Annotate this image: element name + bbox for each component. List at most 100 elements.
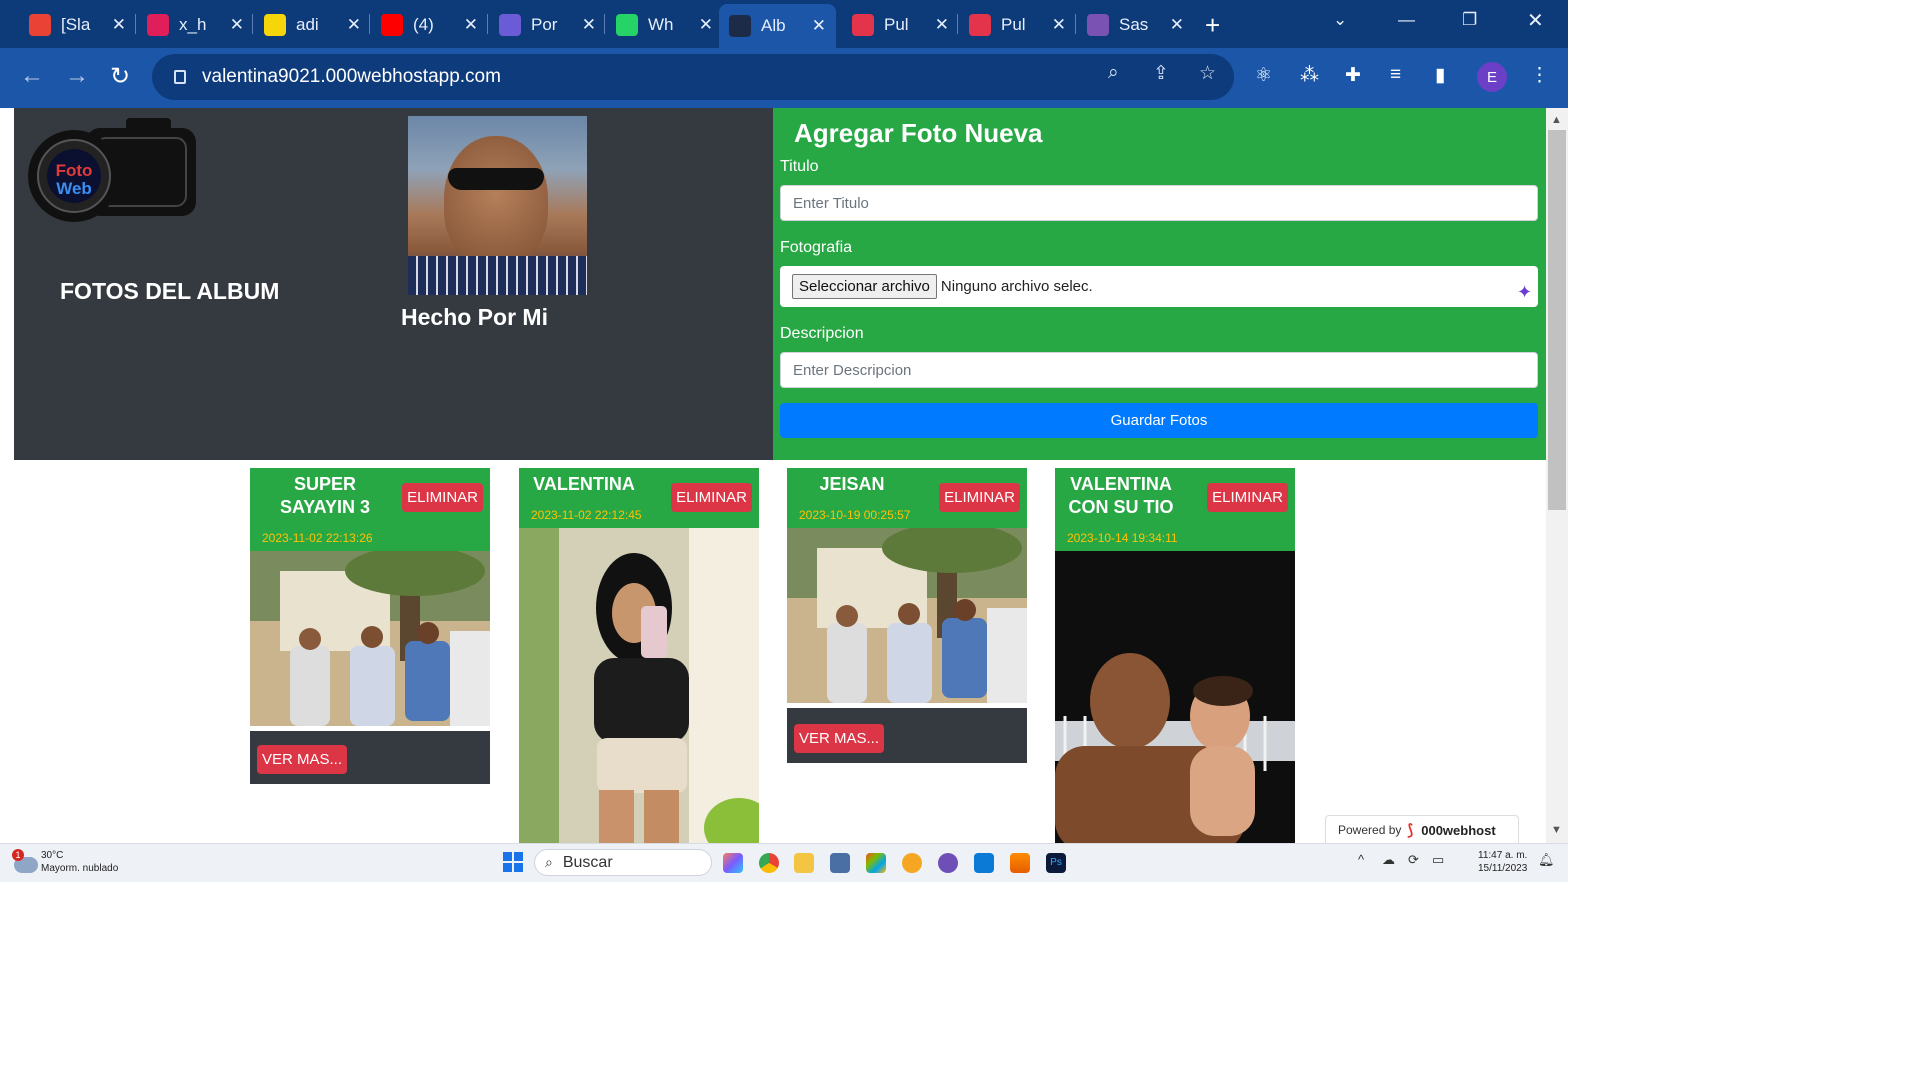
tab-separator (252, 14, 253, 34)
react-devtools-icon[interactable]: ⚛ (1255, 64, 1272, 87)
mask-icon (852, 14, 874, 36)
reload-icon[interactable]: ↻ (110, 62, 130, 91)
scroll-thumb[interactable] (1548, 130, 1566, 510)
browser-tab[interactable]: [Sla ✕ (19, 8, 136, 42)
store-icon[interactable] (830, 853, 850, 873)
tor-browser-icon[interactable] (938, 853, 958, 873)
tab-search-icon[interactable]: ⌄ (1333, 10, 1347, 30)
see-more-button[interactable]: VER MAS... (794, 724, 885, 753)
card-date: 2023-11-02 22:13:26 (262, 531, 373, 545)
browser-tab[interactable]: Por ✕ (489, 8, 606, 42)
photo-card: VALENTINA CON SU TIO ELIMINAR 2023-10-14 … (1055, 468, 1295, 843)
system-clock[interactable]: 11:47 a. m. 15/11/2023 (1478, 849, 1527, 875)
app-grid-icon (264, 14, 286, 36)
profile-avatar[interactable]: E (1477, 62, 1507, 92)
close-tab-icon[interactable]: ✕ (347, 15, 361, 35)
file-status: Ninguno archivo selec. (940, 278, 1093, 295)
card-photo (1055, 551, 1295, 843)
close-window-icon[interactable]: ✕ (1527, 8, 1544, 33)
restore-icon[interactable]: ❐ (1462, 10, 1477, 30)
mask-icon (969, 14, 991, 36)
side-panel-icon[interactable]: ▮ (1435, 64, 1445, 87)
browser-tab[interactable]: Alb ✕ (719, 4, 836, 48)
sparkle-icon[interactable]: ✦ (1517, 282, 1532, 303)
album-title: FOTOS DEL ALBUM (60, 278, 280, 304)
see-more-button[interactable]: VER MAS... (257, 745, 348, 774)
vlc-icon[interactable] (1010, 853, 1030, 873)
forward-icon[interactable]: → (65, 62, 89, 90)
powered-by-badge[interactable]: Powered by ⟆ 000webhost (1325, 815, 1519, 843)
weather-widget[interactable]: 1 30°C Mayorm. nublado (12, 849, 118, 875)
photoshop-icon[interactable]: Ps (1046, 853, 1066, 873)
browser-tab[interactable]: adi ✕ (254, 8, 371, 42)
vscode-icon[interactable] (974, 853, 994, 873)
title-input[interactable]: Enter Titulo (780, 185, 1538, 221)
logo-text-web: Web (56, 179, 92, 198)
close-tab-icon[interactable]: ✕ (1052, 15, 1066, 35)
chrome-icon[interactable] (759, 853, 779, 873)
close-tab-icon[interactable]: ✕ (812, 16, 826, 36)
extensions-puzzle-icon[interactable]: ✚ (1345, 64, 1361, 87)
file-input[interactable]: Seleccionar archivo Ninguno archivo sele… (780, 266, 1538, 307)
delete-button[interactable]: ELIMINAR (402, 483, 483, 512)
copilot-icon[interactable] (723, 853, 743, 873)
tab-title: Wh (648, 15, 674, 34)
photo-card: SUPER SAYAYIN 3 ELIMINAR 2023-11-02 22:13… (250, 468, 490, 784)
browser-tab[interactable]: Wh ✕ (606, 8, 723, 42)
card-title: VALENTINA CON SU TIO (1068, 474, 1174, 517)
choose-file-button[interactable]: Seleccionar archivo (792, 274, 937, 299)
browser-tab[interactable]: x_h ✕ (137, 8, 254, 42)
url-text[interactable]: valentina9021.000webhostapp.com (202, 66, 501, 88)
browser-tab[interactable]: (4) ✕ (371, 8, 488, 42)
close-tab-icon[interactable]: ✕ (1170, 15, 1184, 35)
000webhost-logo-icon: ⟆ (1407, 822, 1414, 839)
close-tab-icon[interactable]: ✕ (582, 15, 596, 35)
app-circle-icon[interactable] (902, 853, 922, 873)
tab-title: x_h (179, 15, 207, 34)
card-photo (250, 546, 490, 726)
bootstrap-icon (1087, 14, 1109, 36)
back-icon[interactable]: ← (20, 62, 44, 90)
menu-kebab-icon[interactable]: ⋮ (1530, 64, 1549, 87)
card-date: 2023-10-14 19:34:11 (1067, 531, 1178, 545)
media-queue-icon[interactable]: ≡ (1390, 64, 1401, 86)
tab-separator (957, 14, 958, 34)
browser-tab[interactable]: Pul ✕ (842, 8, 959, 42)
tray-chevron-icon[interactable]: ^ (1358, 852, 1364, 867)
lock-icon (174, 70, 186, 84)
apps-icon[interactable] (866, 853, 886, 873)
description-label: Descripcion (780, 325, 864, 342)
bookmark-star-icon[interactable]: ☆ (1199, 62, 1216, 85)
close-tab-icon[interactable]: ✕ (699, 15, 713, 35)
share-icon[interactable]: ⇪ (1153, 62, 1169, 85)
file-explorer-icon[interactable] (794, 853, 814, 873)
description-input[interactable]: Enter Descripcion (780, 352, 1538, 388)
tab-separator (369, 14, 370, 34)
shield-icon (499, 14, 521, 36)
scroll-up-icon[interactable]: ▲ (1551, 114, 1562, 126)
zoom-icon[interactable]: ⌕ (1108, 62, 1119, 84)
sync-icon[interactable]: ⟳ (1408, 852, 1419, 868)
notifications-icon[interactable]: 🔔︎ (1538, 852, 1555, 868)
close-tab-icon[interactable]: ✕ (230, 15, 244, 35)
windows-start-icon[interactable] (503, 852, 523, 872)
delete-button[interactable]: ELIMINAR (1207, 483, 1288, 512)
save-photos-button[interactable]: Guardar Fotos (780, 403, 1538, 438)
close-tab-icon[interactable]: ✕ (935, 15, 949, 35)
extension-nodes-icon[interactable]: ⁂ (1300, 64, 1319, 87)
address-bar[interactable]: valentina9021.000webhostapp.com (152, 54, 1234, 100)
taskbar-search[interactable]: ⌕ Buscar (534, 849, 712, 876)
network-volume-icon[interactable]: ▭ (1432, 852, 1444, 868)
author-photo (408, 116, 587, 295)
scroll-down-icon[interactable]: ▼ (1551, 824, 1562, 836)
onedrive-icon[interactable]: ☁ (1382, 852, 1395, 868)
browser-tab[interactable]: Sas ✕ (1077, 8, 1194, 42)
new-tab-button[interactable]: + (1205, 10, 1220, 41)
delete-button[interactable]: ELIMINAR (671, 483, 752, 512)
browser-tab[interactable]: Pul ✕ (959, 8, 1076, 42)
close-tab-icon[interactable]: ✕ (112, 15, 126, 35)
close-tab-icon[interactable]: ✕ (464, 15, 478, 35)
card-title: JEISAN (819, 474, 885, 494)
delete-button[interactable]: ELIMINAR (939, 483, 1020, 512)
minimize-icon[interactable]: — (1398, 10, 1415, 30)
